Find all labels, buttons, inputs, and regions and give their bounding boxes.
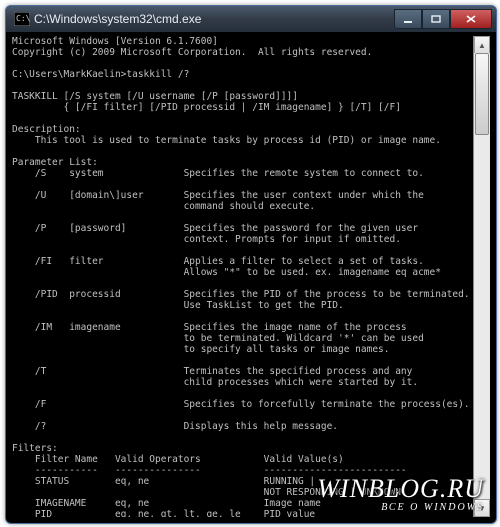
- scroll-track[interactable]: [474, 53, 490, 500]
- close-icon: [466, 15, 476, 23]
- cmd-icon: C:\: [14, 12, 30, 26]
- window-title: C:\Windows\system32\cmd.exe: [34, 6, 392, 32]
- maximize-button[interactable]: [422, 9, 450, 29]
- svg-text:C:\: C:\: [16, 14, 30, 23]
- minimize-icon: [403, 15, 413, 23]
- scroll-up-button[interactable]: ▲: [474, 36, 490, 54]
- scroll-down-button[interactable]: ▼: [474, 499, 490, 517]
- terminal-output[interactable]: Microsoft Windows [Version 6.1.7600] Cop…: [12, 36, 490, 517]
- titlebar[interactable]: C:\ C:\Windows\system32\cmd.exe: [6, 6, 496, 32]
- chevron-up-icon: ▲: [478, 41, 486, 50]
- scroll-thumb[interactable]: [475, 53, 489, 135]
- chevron-down-icon: ▼: [478, 504, 486, 513]
- close-button[interactable]: [450, 9, 492, 29]
- vertical-scrollbar[interactable]: ▲ ▼: [473, 36, 490, 517]
- window-controls: [394, 9, 492, 29]
- cmd-window: C:\ C:\Windows\system32\cmd.exe Microsof…: [5, 5, 497, 524]
- minimize-button[interactable]: [394, 9, 422, 29]
- maximize-icon: [431, 15, 441, 23]
